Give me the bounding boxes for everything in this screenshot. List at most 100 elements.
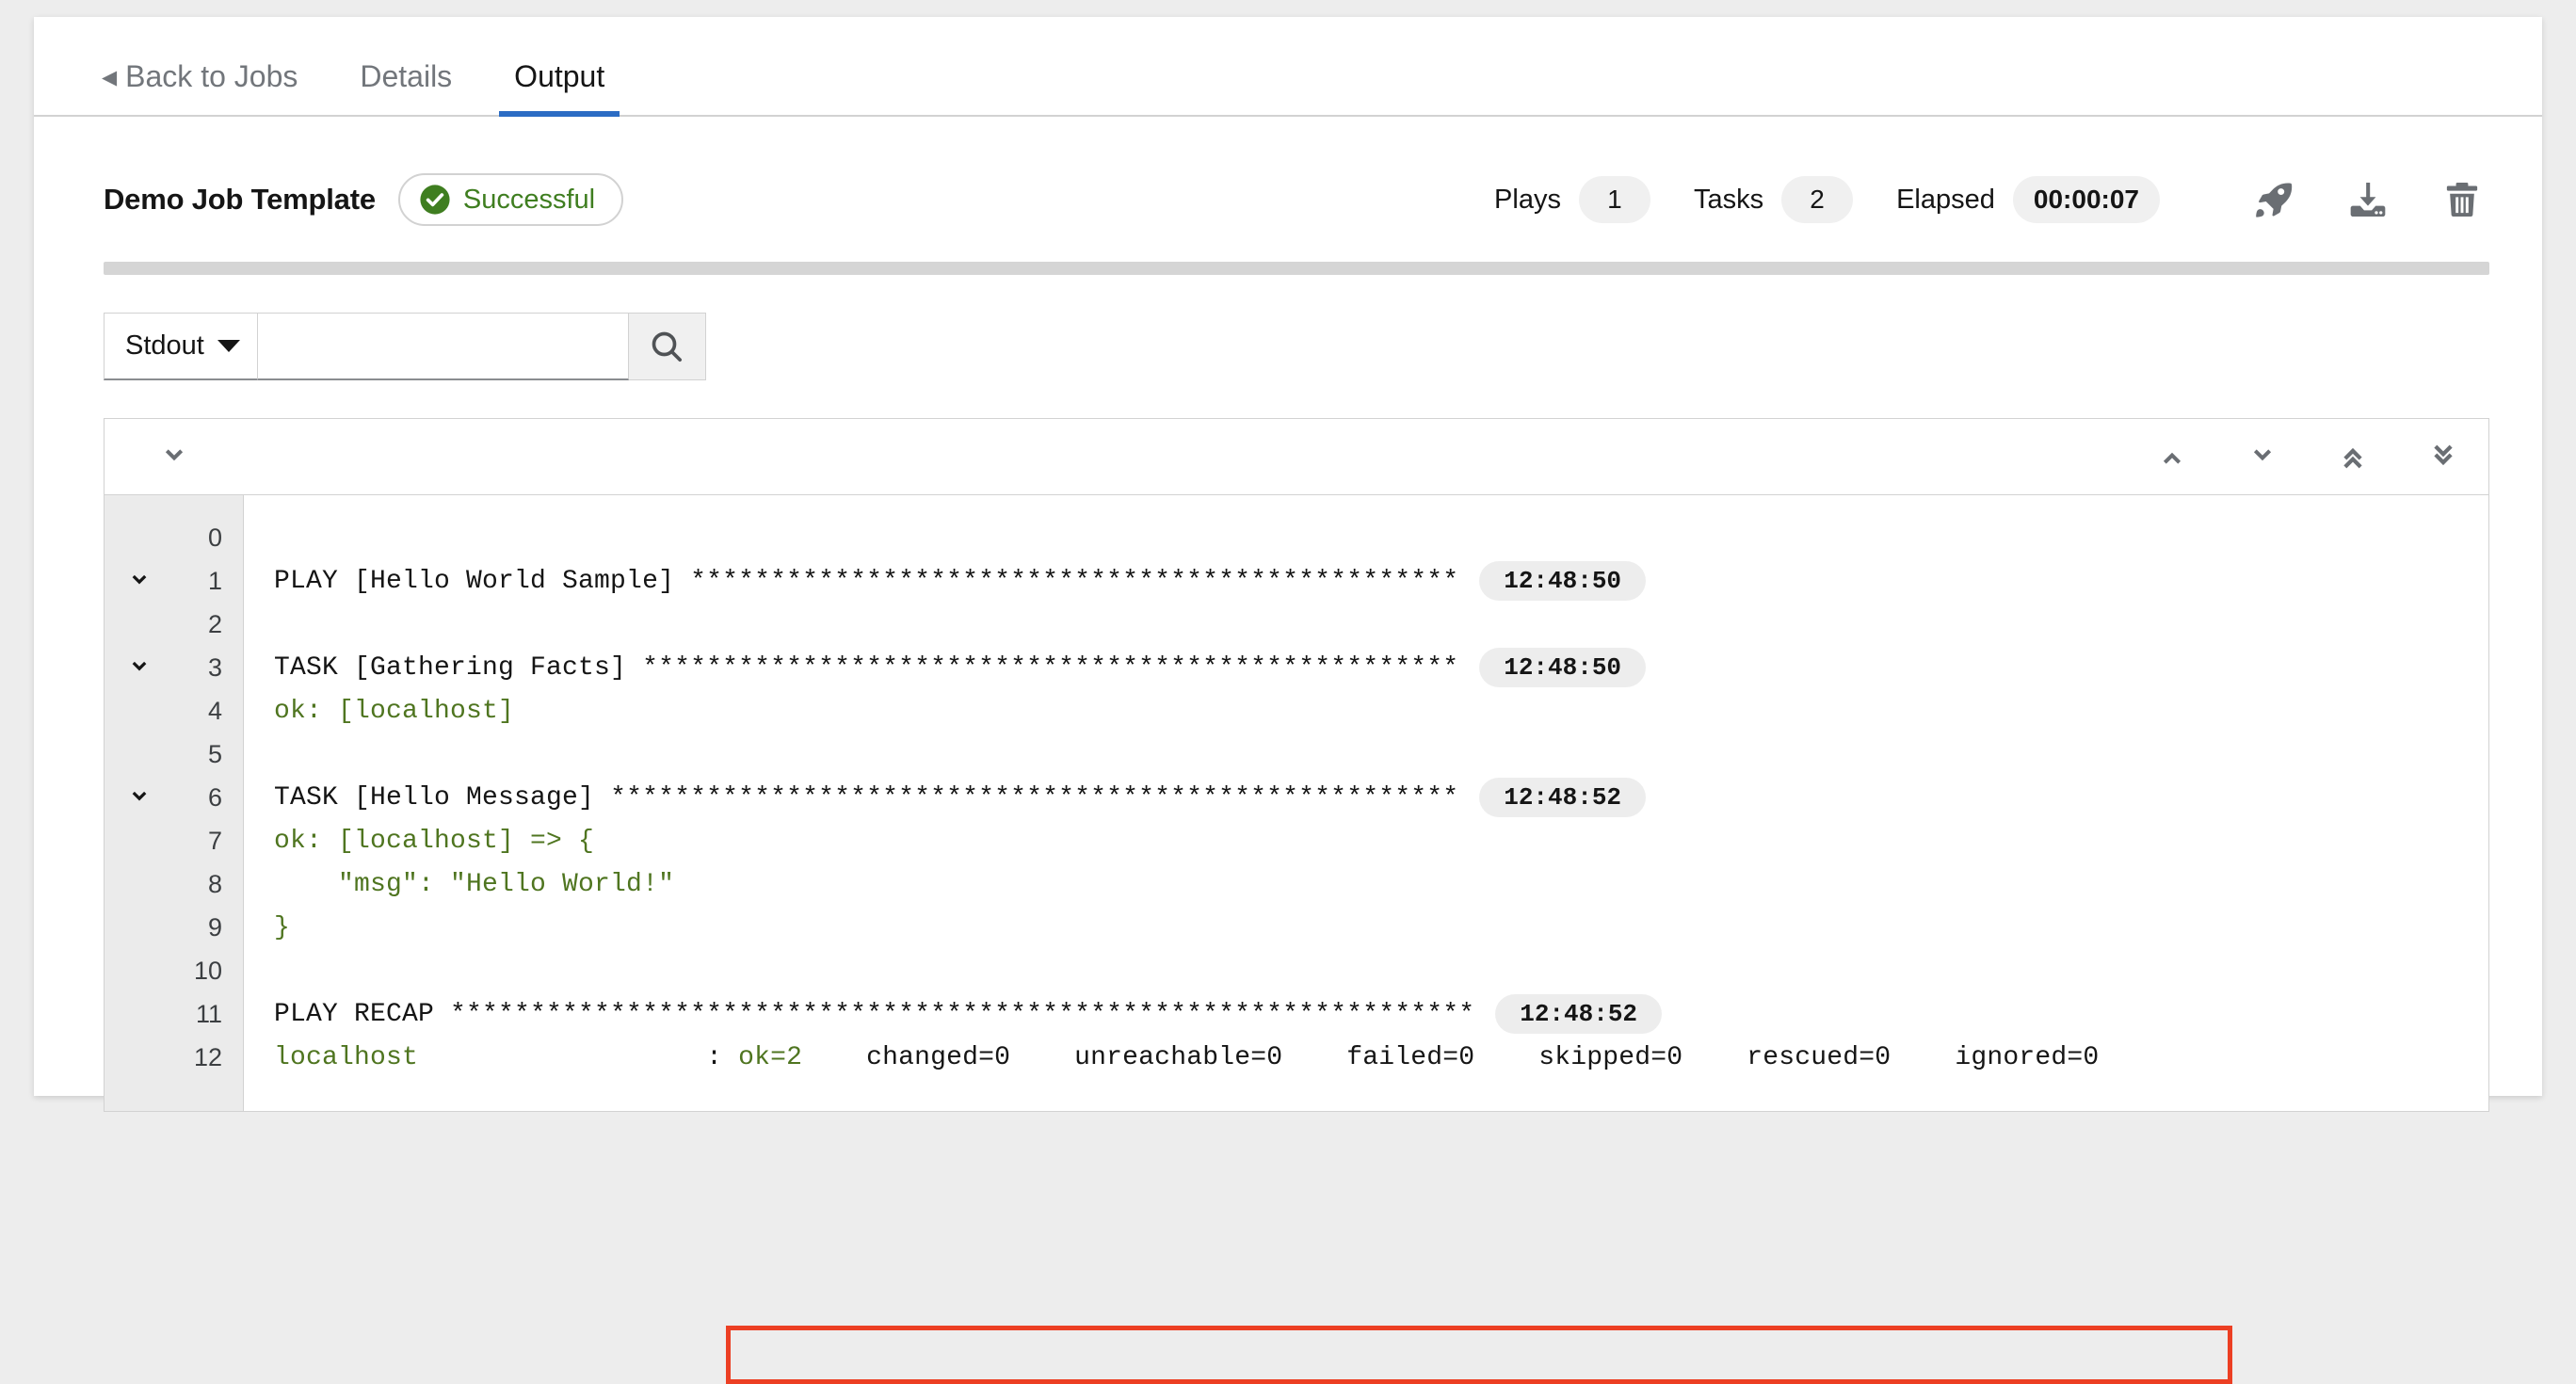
tab-details-label: Details xyxy=(360,59,452,94)
line-number: 2 xyxy=(208,610,222,639)
output-line-segment: PLAY [Hello World Sample] xyxy=(274,567,690,596)
output-line: "msg": "Hello World!" xyxy=(274,862,2488,906)
line-timestamp: 12:48:52 xyxy=(1479,778,1646,817)
recap-highlight-box xyxy=(726,1326,2232,1384)
relaunch-icon[interactable] xyxy=(2246,172,2301,227)
output-line: ok: [localhost] xyxy=(274,689,2488,732)
output-line: localhost : ok=2 changed=0 unreachable=0… xyxy=(274,1036,2488,1079)
output-line-segment xyxy=(418,1043,706,1072)
back-caret-icon: ◀ xyxy=(102,68,117,88)
stat-tasks-label: Tasks xyxy=(1694,185,1763,216)
expand-all-button[interactable] xyxy=(105,442,244,472)
line-number-row: 9 xyxy=(105,906,243,949)
stat-plays-value: 1 xyxy=(1579,176,1650,223)
page-title: Demo Job Template xyxy=(104,183,376,217)
stat-tasks: Tasks 2 xyxy=(1694,176,1853,223)
output-line-segment: TASK [Hello Message] xyxy=(274,783,610,813)
line-number-row: 1 xyxy=(105,559,243,603)
output-text: PLAY [Hello World Sample] **************… xyxy=(244,495,2488,1111)
line-number: 10 xyxy=(194,957,222,986)
line-timestamp: 12:48:50 xyxy=(1479,648,1646,687)
back-to-jobs-label: Back to Jobs xyxy=(125,59,298,94)
line-number-row: 2 xyxy=(105,603,243,646)
stat-tasks-value: 2 xyxy=(1781,176,1853,223)
line-number-row: 6 xyxy=(105,776,243,819)
output-line-segment: ****************************************… xyxy=(642,653,1458,683)
output-line-segment: ok: [localhost] xyxy=(274,697,514,726)
line-number-row: 11 xyxy=(105,992,243,1036)
output-line-segment: ****************************************… xyxy=(610,783,1458,813)
line-number: 7 xyxy=(208,827,222,856)
delete-icon[interactable] xyxy=(2435,172,2489,227)
output-line-segment: : xyxy=(706,1043,738,1072)
line-timestamp: 12:48:50 xyxy=(1479,561,1646,601)
filter-type-select[interactable]: Stdout xyxy=(104,313,258,380)
line-number-row: 12 xyxy=(105,1036,243,1079)
line-number: 3 xyxy=(208,653,222,683)
output-line-segment: PLAY RECAP xyxy=(274,1000,450,1029)
line-number: 1 xyxy=(208,567,222,596)
line-number-row: 5 xyxy=(105,732,243,776)
back-to-jobs-link[interactable]: ◀ Back to Jobs xyxy=(87,59,313,115)
output-line-segment: ****************************************… xyxy=(450,1000,1474,1029)
status-badge: Successful xyxy=(398,173,623,226)
tab-bar: ◀ Back to Jobs Details Output xyxy=(34,17,2542,117)
horizontal-scrollbar[interactable] xyxy=(104,262,2489,275)
tab-output-label: Output xyxy=(514,59,604,94)
stat-elapsed-value: 00:00:07 xyxy=(2013,176,2160,223)
output-toolbar xyxy=(105,419,2488,495)
output-line-segment: ok: [localhost] => { xyxy=(274,827,594,856)
stat-plays: Plays 1 xyxy=(1494,176,1650,223)
output-line xyxy=(274,603,2488,646)
line-number: 5 xyxy=(208,740,222,769)
job-header: Demo Job Template Successful Plays 1 Tas… xyxy=(34,117,2542,245)
output-line-segment: } xyxy=(274,913,290,942)
output-line-segment: TASK [Gathering Facts] xyxy=(274,653,642,683)
line-number-gutter: 0123456789101112 xyxy=(105,495,244,1111)
line-number-row: 10 xyxy=(105,949,243,992)
tab-details[interactable]: Details xyxy=(345,59,467,115)
output-line-segment: changed=0 unreachable=0 failed=0 skipped… xyxy=(802,1043,2099,1072)
output-line: PLAY RECAP *****************************… xyxy=(274,992,2488,1036)
output-panel: 0123456789101112 PLAY [Hello World Sampl… xyxy=(104,418,2489,1112)
output-line-segment: "msg": "Hello World!" xyxy=(274,870,674,899)
output-body: 0123456789101112 PLAY [Hello World Sampl… xyxy=(105,495,2488,1111)
chevron-down-icon[interactable] xyxy=(127,785,152,810)
line-number: 9 xyxy=(208,913,222,942)
output-line: TASK [Hello Message] *******************… xyxy=(274,776,2488,819)
output-line xyxy=(274,516,2488,559)
scroll-last-button[interactable] xyxy=(2398,441,2488,473)
output-line-segment: ok=2 xyxy=(738,1043,802,1072)
line-number: 6 xyxy=(208,783,222,813)
output-line: PLAY [Hello World Sample] **************… xyxy=(274,559,2488,603)
line-number: 8 xyxy=(208,870,222,899)
stat-plays-label: Plays xyxy=(1494,185,1561,216)
tab-output[interactable]: Output xyxy=(499,59,620,115)
line-number-row: 0 xyxy=(105,516,243,559)
stat-elapsed: Elapsed 00:00:07 xyxy=(1896,176,2160,223)
scroll-next-button[interactable] xyxy=(2217,442,2308,472)
scroll-first-button[interactable] xyxy=(2308,441,2398,473)
line-number: 4 xyxy=(208,697,222,726)
scroll-previous-button[interactable] xyxy=(2127,442,2217,472)
chevron-down-icon xyxy=(217,340,240,352)
output-line-segment: localhost xyxy=(274,1043,418,1072)
output-line xyxy=(274,949,2488,992)
search-input[interactable] xyxy=(258,313,629,380)
header-actions xyxy=(2207,172,2489,227)
output-line xyxy=(274,732,2488,776)
chevron-down-icon[interactable] xyxy=(127,569,152,593)
line-timestamp: 12:48:52 xyxy=(1495,994,1662,1034)
download-icon[interactable] xyxy=(2341,172,2395,227)
line-number-row: 8 xyxy=(105,862,243,906)
output-line-segment: ****************************************… xyxy=(690,567,1458,596)
search-button[interactable] xyxy=(629,313,706,380)
output-line: TASK [Gathering Facts] *****************… xyxy=(274,646,2488,689)
line-number-row: 3 xyxy=(105,646,243,689)
line-number-row: 7 xyxy=(105,819,243,862)
chevron-down-icon[interactable] xyxy=(127,655,152,680)
output-line: } xyxy=(274,906,2488,949)
filter-type-value: Stdout xyxy=(125,330,204,362)
success-check-icon xyxy=(419,184,451,216)
line-number: 12 xyxy=(194,1043,222,1072)
